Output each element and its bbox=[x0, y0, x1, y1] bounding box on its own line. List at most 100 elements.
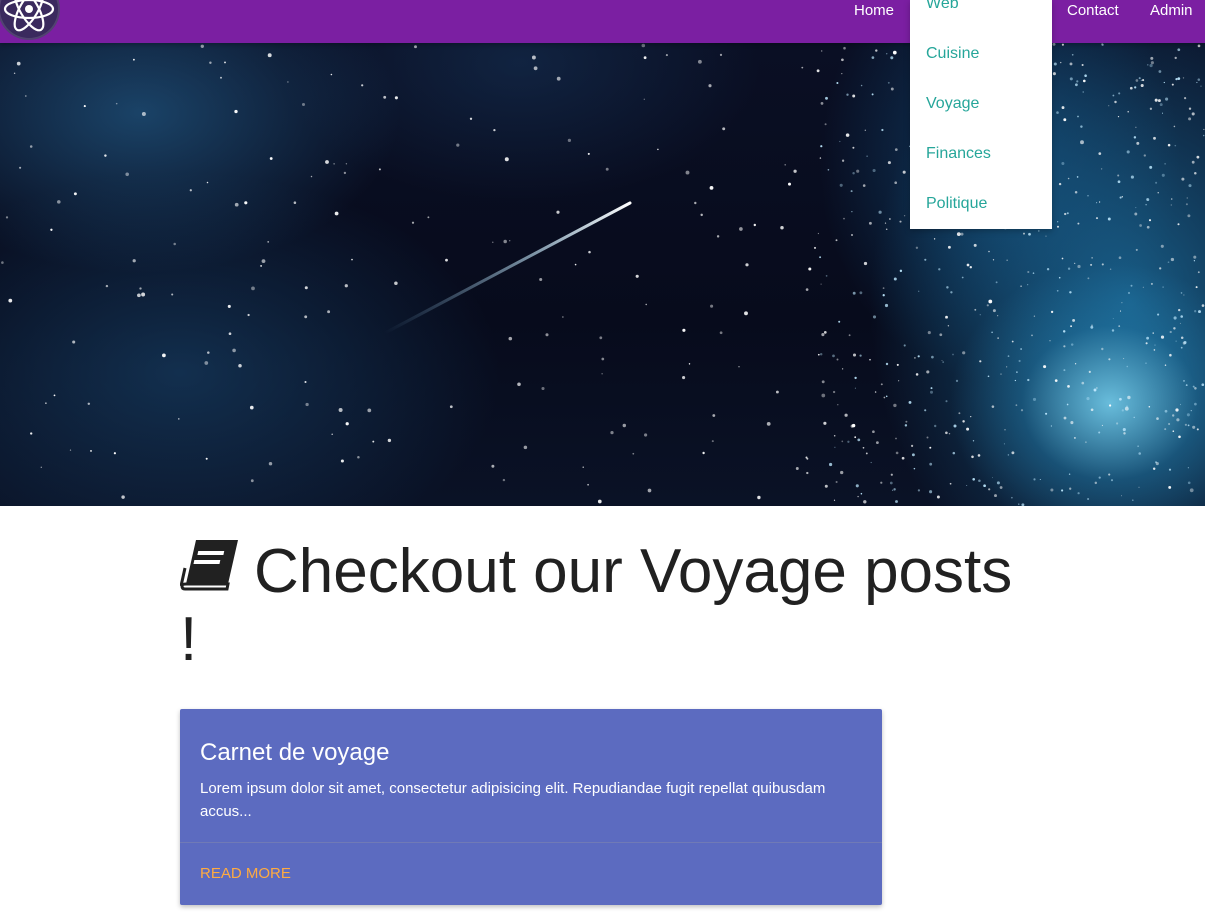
star bbox=[841, 73, 843, 75]
star bbox=[978, 479, 981, 482]
star bbox=[913, 467, 916, 470]
star bbox=[1135, 79, 1139, 82]
star bbox=[304, 380, 307, 384]
star bbox=[1179, 403, 1182, 406]
star bbox=[1016, 371, 1018, 373]
star bbox=[1191, 160, 1195, 164]
star bbox=[988, 299, 993, 304]
dropdown-item-politique[interactable]: Politique bbox=[926, 195, 987, 213]
star bbox=[1073, 436, 1076, 439]
star bbox=[886, 53, 888, 55]
star bbox=[1108, 358, 1111, 361]
star bbox=[1173, 327, 1176, 330]
star bbox=[267, 241, 270, 243]
star bbox=[1129, 86, 1133, 90]
star bbox=[104, 154, 107, 157]
nav-link-home[interactable]: Home bbox=[854, 3, 894, 19]
star bbox=[1197, 78, 1201, 81]
star bbox=[556, 76, 561, 81]
star bbox=[1121, 196, 1123, 198]
star bbox=[372, 440, 375, 443]
dropdown-item-voyage[interactable]: Voyage bbox=[926, 95, 979, 113]
star bbox=[899, 220, 902, 223]
star bbox=[1153, 349, 1156, 351]
star bbox=[1072, 318, 1076, 322]
star bbox=[1157, 99, 1161, 103]
star bbox=[1091, 257, 1093, 259]
nav-link-admin[interactable]: Admin bbox=[1150, 3, 1193, 19]
nav-link-contact[interactable]: Contact bbox=[1067, 3, 1119, 19]
star bbox=[947, 325, 950, 327]
star bbox=[841, 159, 845, 162]
star bbox=[840, 470, 844, 475]
star bbox=[29, 145, 33, 148]
star bbox=[1184, 97, 1187, 100]
star bbox=[1173, 125, 1176, 128]
star bbox=[1134, 86, 1137, 89]
star bbox=[244, 201, 248, 205]
star bbox=[601, 357, 605, 361]
star bbox=[848, 334, 851, 337]
dropdown-item-web[interactable]: Web bbox=[926, 0, 959, 13]
atom-logo-icon[interactable] bbox=[0, 0, 60, 40]
star bbox=[1154, 98, 1158, 102]
star bbox=[1069, 291, 1072, 294]
star bbox=[890, 56, 894, 60]
star bbox=[854, 436, 857, 439]
star bbox=[884, 303, 889, 308]
star bbox=[994, 494, 997, 498]
star bbox=[1054, 379, 1058, 382]
star bbox=[872, 168, 876, 173]
star bbox=[1118, 92, 1121, 95]
star bbox=[682, 376, 686, 380]
star bbox=[962, 420, 965, 423]
star bbox=[1114, 100, 1117, 104]
dropdown-item-finances[interactable]: Finances bbox=[926, 145, 991, 163]
star bbox=[871, 56, 875, 59]
star bbox=[1201, 383, 1205, 387]
star bbox=[1061, 106, 1065, 110]
star bbox=[545, 333, 549, 337]
star bbox=[247, 313, 250, 317]
star bbox=[113, 452, 116, 455]
star bbox=[711, 440, 714, 443]
star bbox=[1132, 499, 1134, 502]
read-more-link[interactable]: READ MORE bbox=[200, 865, 291, 883]
star bbox=[1086, 397, 1090, 401]
star bbox=[832, 390, 836, 394]
star bbox=[835, 239, 838, 242]
star bbox=[702, 451, 705, 455]
star bbox=[915, 246, 919, 249]
star bbox=[1043, 365, 1047, 369]
star bbox=[1081, 63, 1084, 67]
star bbox=[833, 435, 836, 437]
star bbox=[1186, 413, 1190, 417]
star bbox=[1021, 503, 1025, 506]
star bbox=[851, 423, 856, 428]
star bbox=[1194, 402, 1197, 406]
star bbox=[946, 286, 949, 289]
star bbox=[1096, 387, 1098, 389]
star bbox=[493, 128, 496, 132]
star bbox=[969, 266, 972, 269]
star bbox=[1150, 61, 1154, 65]
star bbox=[1039, 478, 1041, 481]
star bbox=[1014, 379, 1017, 382]
star bbox=[304, 286, 308, 290]
star bbox=[338, 408, 343, 412]
star bbox=[1122, 428, 1126, 432]
star bbox=[220, 76, 222, 79]
star bbox=[1152, 467, 1156, 470]
star bbox=[894, 181, 898, 185]
star bbox=[1123, 358, 1125, 360]
shooting-star bbox=[383, 201, 632, 335]
star bbox=[1121, 409, 1124, 412]
star bbox=[926, 370, 930, 374]
star bbox=[1033, 315, 1036, 317]
dropdown-item-cuisine[interactable]: Cuisine bbox=[926, 45, 979, 63]
star bbox=[411, 221, 415, 224]
star bbox=[1203, 128, 1205, 130]
star bbox=[929, 462, 933, 466]
star bbox=[1031, 334, 1033, 337]
star bbox=[991, 405, 995, 408]
